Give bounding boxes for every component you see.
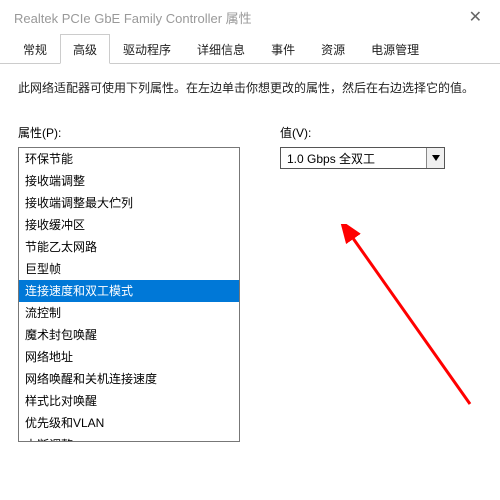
- property-item[interactable]: 接收端调整最大伫列: [19, 192, 239, 214]
- tab-5[interactable]: 资源: [308, 34, 358, 64]
- property-item[interactable]: 环保节能: [19, 148, 239, 170]
- property-item[interactable]: 中断调整: [19, 434, 239, 442]
- property-item[interactable]: 网络地址: [19, 346, 239, 368]
- value-label: 值(V):: [280, 124, 482, 141]
- tab-0[interactable]: 常规: [10, 34, 60, 64]
- tab-2[interactable]: 驱动程序: [110, 34, 184, 64]
- property-item[interactable]: 网络唤醒和关机连接速度: [19, 368, 239, 390]
- property-label: 属性(P):: [18, 124, 240, 141]
- property-item[interactable]: 接收端调整: [19, 170, 239, 192]
- tab-3[interactable]: 详细信息: [184, 34, 258, 64]
- dropdown-arrow-icon[interactable]: [426, 148, 444, 168]
- value-dropdown-text: 1.0 Gbps 全双工: [281, 150, 426, 167]
- property-item[interactable]: 优先级和VLAN: [19, 412, 239, 434]
- value-dropdown[interactable]: 1.0 Gbps 全双工: [280, 147, 445, 169]
- property-item[interactable]: 巨型帧: [19, 258, 239, 280]
- property-listbox[interactable]: 环保节能接收端调整接收端调整最大伫列接收缓冲区节能乙太网路巨型帧连接速度和双工模…: [18, 147, 240, 442]
- tab-1[interactable]: 高级: [60, 34, 110, 64]
- property-item[interactable]: 接收缓冲区: [19, 214, 239, 236]
- tab-6[interactable]: 电源管理: [358, 34, 432, 64]
- property-item[interactable]: 流控制: [19, 302, 239, 324]
- property-item[interactable]: 连接速度和双工模式: [19, 280, 239, 302]
- close-icon[interactable]: ✕: [461, 10, 490, 26]
- tab-4[interactable]: 事件: [258, 34, 308, 64]
- window-title: Realtek PCIe GbE Family Controller 属性: [14, 8, 461, 27]
- property-item[interactable]: 魔术封包唤醒: [19, 324, 239, 346]
- tab-strip: 常规高级驱动程序详细信息事件资源电源管理: [0, 33, 500, 64]
- property-item[interactable]: 样式比对唤醒: [19, 390, 239, 412]
- property-item[interactable]: 节能乙太网路: [19, 236, 239, 258]
- description-text: 此网络适配器可使用下列属性。在左边单击你想更改的属性，然后在右边选择它的值。: [18, 78, 482, 98]
